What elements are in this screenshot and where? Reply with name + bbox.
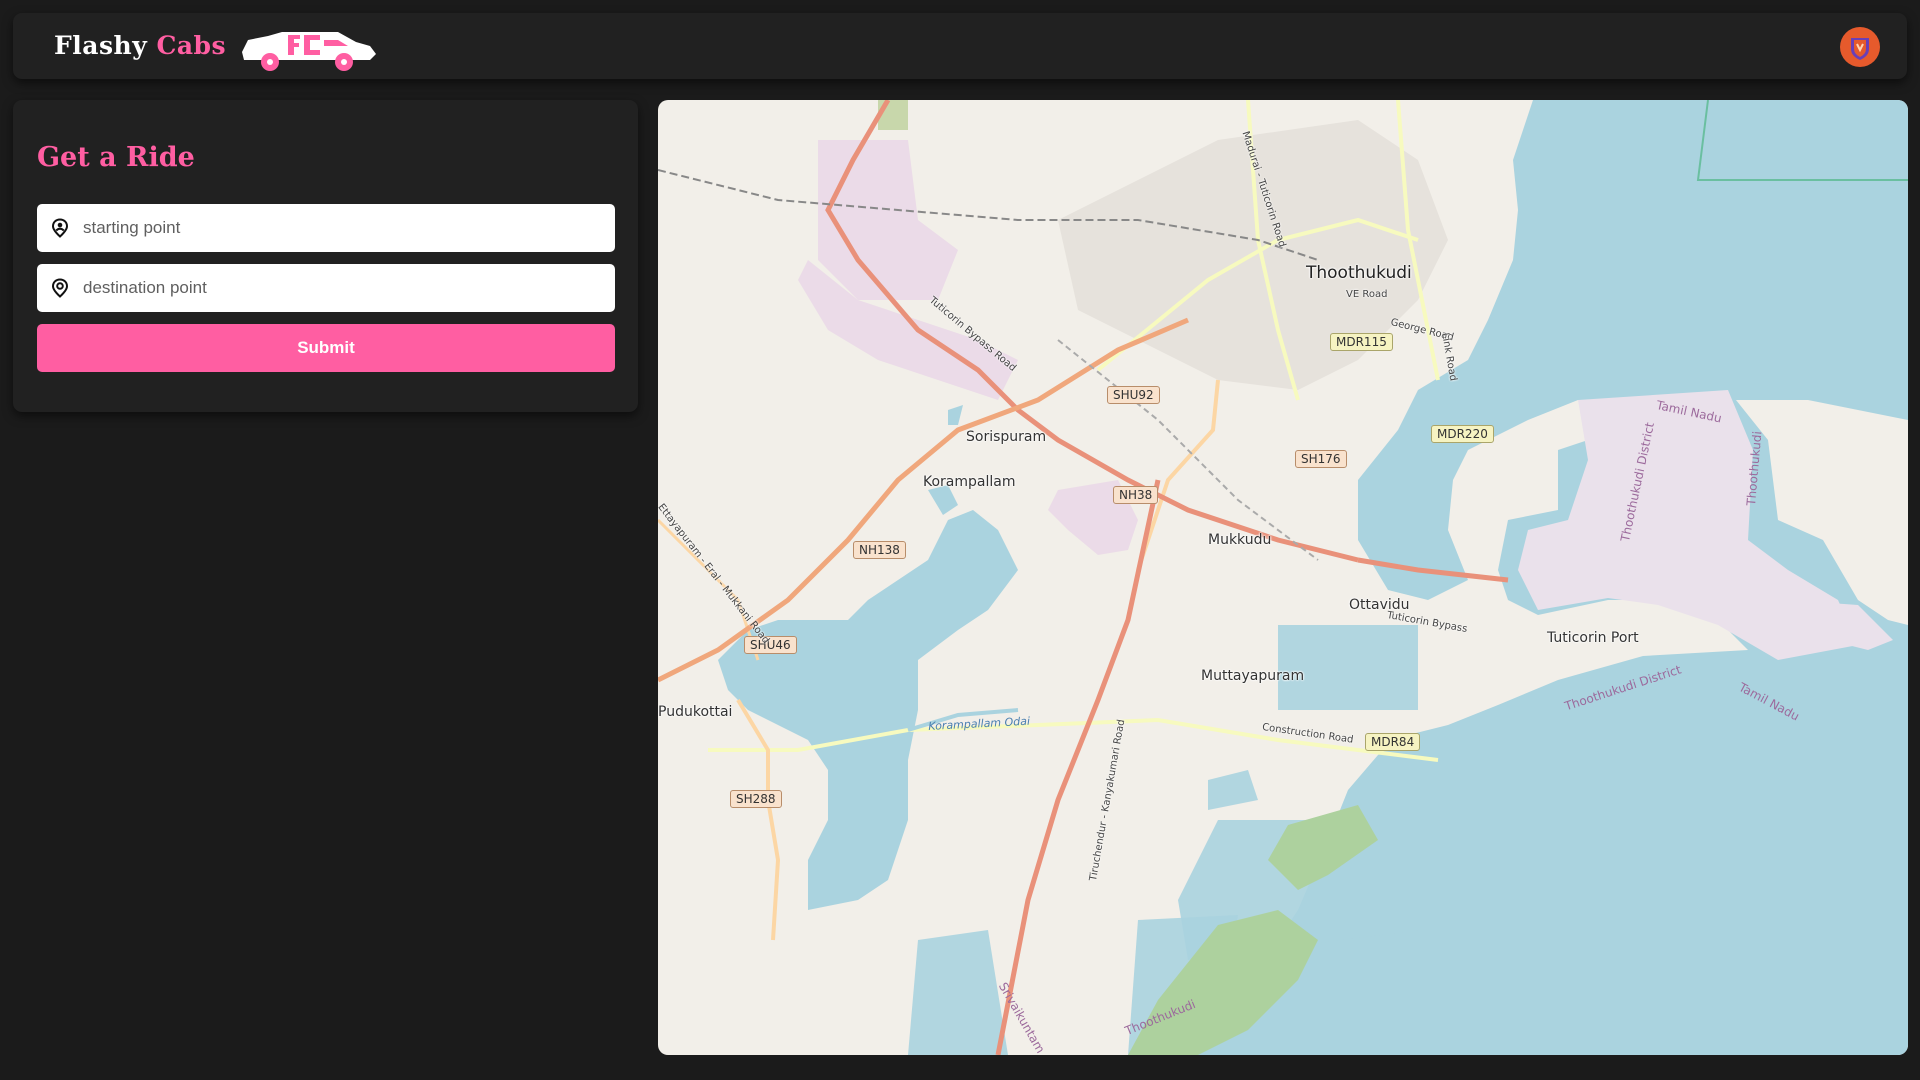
place-label-tuticorin-port: Tuticorin Port [1547, 630, 1639, 646]
submit-button[interactable]: Submit [37, 324, 615, 372]
road-shield-shu92: SHU92 [1107, 386, 1160, 404]
road-label-ve-road: VE Road [1346, 289, 1388, 300]
road-shield-mdr115: MDR115 [1330, 333, 1393, 351]
starting-point-input[interactable] [83, 204, 603, 252]
place-label-sorispuram: Sorispuram [966, 429, 1047, 445]
road-shield-mdr220: MDR220 [1431, 425, 1494, 443]
place-label-muttayapuram: Muttayapuram [1201, 668, 1305, 684]
top-navbar: Flashy Cabs [13, 13, 1907, 79]
map-view[interactable]: Thoothukudi Sorispuram Korampallam Mukku… [658, 100, 1908, 1055]
road-shield-sh288: SH288 [730, 790, 782, 808]
brand-name[interactable]: Flashy Cabs [54, 31, 226, 60]
road-shield-mdr84: MDR84 [1365, 733, 1421, 751]
ride-form-panel: Get a Ride Submit [13, 100, 638, 412]
user-shield-icon [1851, 38, 1869, 60]
place-label-ottavidu: Ottavidu [1349, 597, 1410, 613]
place-label-korampallam: Korampallam [923, 474, 1016, 490]
destination-point-input[interactable] [83, 264, 603, 312]
user-avatar[interactable] [1840, 27, 1880, 67]
road-shield-nh138: NH138 [853, 541, 906, 559]
location-pin-icon [51, 278, 69, 298]
user-pin-icon [51, 218, 69, 238]
brand-word-cabs: Cabs [156, 31, 227, 60]
ride-form-title: Get a Ride [37, 142, 195, 173]
starting-point-field[interactable] [37, 204, 615, 252]
car-logo-icon [242, 32, 376, 71]
place-label-thoothukudi: Thoothukudi [1306, 263, 1412, 283]
destination-point-field[interactable] [37, 264, 615, 312]
road-shield-nh38: NH38 [1113, 486, 1159, 504]
place-label-pudukottai: Pudukottai [658, 704, 733, 720]
road-shield-sh176: SH176 [1295, 450, 1347, 468]
brand-word-flashy: Flashy [54, 31, 148, 60]
place-label-mukkudu: Mukkudu [1208, 532, 1272, 548]
